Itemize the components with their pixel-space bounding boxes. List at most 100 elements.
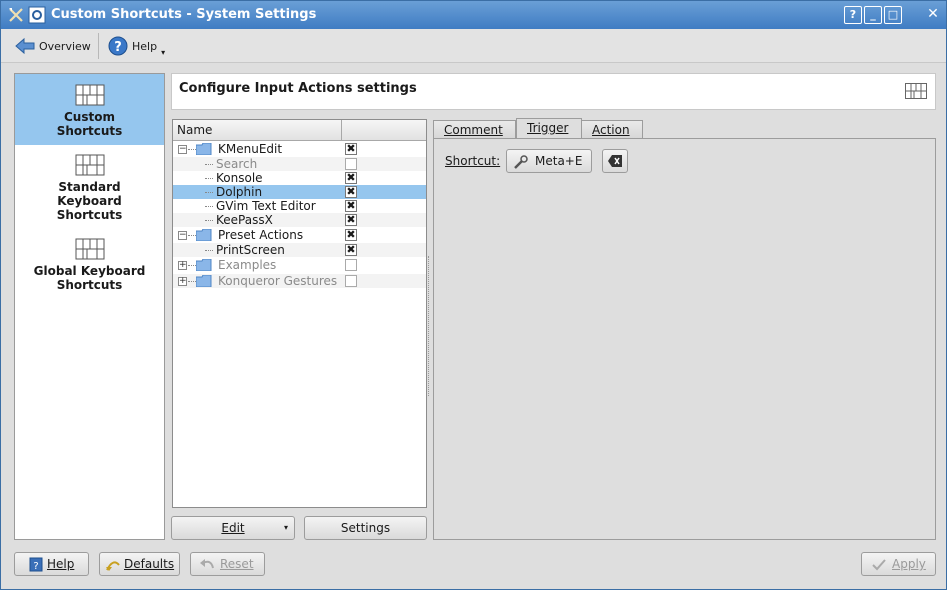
page-header: Configure Input Actions settings	[171, 73, 936, 110]
enabled-checkbox[interactable]	[345, 259, 357, 271]
sidebar-item-label: Standard	[58, 180, 121, 194]
close-button[interactable]: ✕	[924, 6, 942, 24]
reset-button-label: Reset	[220, 557, 254, 571]
help-title-button[interactable]: ?	[844, 6, 862, 24]
window: Custom Shortcuts - System Settings ? _ □…	[0, 0, 947, 590]
tree-item-row[interactable]: GVim Text Editor ✖	[173, 199, 426, 213]
defaults-button-label: Defaults	[124, 557, 175, 571]
tree-item-label: Dolphin	[216, 185, 263, 199]
shortcut-value: Meta+E	[535, 154, 583, 168]
tree-group-row[interactable]: + Konqueror Gestures	[173, 274, 426, 288]
column-header-name[interactable]: Name	[173, 120, 342, 140]
help-book-icon: ?	[29, 557, 43, 572]
tree-line	[205, 192, 213, 193]
tree-item-label: GVim Text Editor	[216, 199, 316, 213]
tree-item-label: Konqueror Gestures	[218, 274, 338, 288]
enabled-checkbox[interactable]	[345, 275, 357, 287]
back-arrow-icon	[15, 37, 35, 55]
svg-text:?: ?	[114, 40, 122, 55]
enabled-checkbox[interactable]: ✖	[345, 172, 357, 184]
tab-label: Comment	[444, 123, 503, 137]
configure-shortcut-icon	[514, 155, 528, 169]
tab-comment[interactable]: Comment	[433, 120, 516, 139]
settings-app-icon[interactable]	[28, 6, 46, 24]
window-title: Custom Shortcuts - System Settings	[51, 7, 317, 22]
tree-item-label: Preset Actions	[218, 228, 304, 242]
sidebar-item-label: Keyboard	[57, 194, 122, 208]
tree-item-row[interactable]: KeePassX ✖	[173, 213, 426, 227]
tree-item-label: Search	[216, 157, 258, 171]
sidebar-item-global-shortcuts[interactable]: Global Keyboard Shortcuts	[15, 238, 164, 298]
tools-icon[interactable]	[7, 6, 25, 24]
collapse-icon[interactable]: −	[178, 145, 187, 154]
dropdown-arrow-icon: ▾	[161, 47, 166, 57]
enabled-checkbox[interactable]: ✖	[345, 244, 357, 256]
settings-button-label: Settings	[340, 521, 391, 535]
enabled-checkbox[interactable]: ✖	[345, 229, 357, 241]
defaults-icon	[106, 561, 120, 571]
enabled-checkbox[interactable]	[345, 158, 357, 170]
tree-line	[205, 220, 213, 221]
collapse-icon[interactable]: −	[178, 231, 187, 240]
maximize-button[interactable]: □	[884, 6, 902, 24]
keyboard-icon	[75, 154, 104, 176]
reset-button[interactable]: Reset	[190, 552, 265, 576]
enabled-checkbox[interactable]: ✖	[345, 186, 357, 198]
overview-button[interactable]: Overview	[15, 33, 91, 59]
expand-icon[interactable]: +	[178, 261, 187, 270]
tree-line	[188, 149, 196, 150]
tree-item-label: PrintScreen	[216, 243, 285, 257]
tab-label: Action	[592, 123, 630, 137]
sidebar: Custom Shortcuts Standard Keyboard Short…	[14, 73, 165, 540]
sidebar-item-custom-shortcuts[interactable]: Custom Shortcuts	[15, 74, 164, 145]
tree-item-label: KeePassX	[216, 213, 273, 227]
tree-line	[205, 164, 213, 165]
actions-tree[interactable]: Name − KMenuEdit ✖ Search Konsole ✖ Dolphin ✖ GV…	[172, 119, 427, 508]
tree-item-label: Konsole	[216, 171, 263, 185]
minimize-button[interactable]: _	[864, 6, 882, 24]
tree-item-row[interactable]: Konsole ✖	[173, 171, 426, 185]
titlebar[interactable]: Custom Shortcuts - System Settings ? _ □…	[1, 1, 946, 29]
folder-icon	[196, 259, 212, 271]
sidebar-item-label: Shortcuts	[56, 208, 123, 222]
tree-item-label: Examples	[218, 258, 277, 272]
keyboard-icon	[75, 84, 104, 106]
tree-group-row[interactable]: − KMenuEdit ✖	[173, 142, 426, 156]
edit-button-label: Edit	[221, 521, 245, 535]
tree-item-row[interactable]: Dolphin ✖	[173, 185, 426, 199]
sidebar-item-label: Shortcuts	[56, 278, 123, 292]
checkmark-icon	[872, 559, 886, 571]
keyboard-icon	[905, 83, 927, 99]
tree-item-row[interactable]: PrintScreen ✖	[173, 243, 426, 257]
tree-group-row[interactable]: + Examples	[173, 258, 426, 272]
trigger-panel: Shortcut: Meta+E	[433, 138, 936, 540]
tree-item-label: KMenuEdit	[218, 142, 283, 156]
enabled-checkbox[interactable]: ✖	[345, 143, 357, 155]
help-menu-button[interactable]: ? Help ▾	[108, 33, 165, 59]
help-button-label: Help	[47, 557, 75, 571]
splitter-handle[interactable]	[428, 256, 431, 396]
expand-icon[interactable]: +	[178, 277, 187, 286]
tree-item-row[interactable]: Search	[173, 157, 426, 171]
shortcut-button[interactable]: Meta+E	[506, 149, 592, 173]
sidebar-item-standard-shortcuts[interactable]: Standard Keyboard Shortcuts	[15, 154, 164, 228]
tree-line	[205, 206, 213, 207]
edit-button[interactable]: Edit ▾	[171, 516, 295, 540]
tab-trigger[interactable]: Trigger	[516, 118, 582, 139]
settings-button[interactable]: Settings	[304, 516, 427, 540]
tab-action[interactable]: Action	[581, 120, 643, 139]
undo-icon	[200, 559, 214, 569]
keyboard-icon	[75, 238, 104, 260]
clear-shortcut-button[interactable]	[602, 149, 628, 173]
tree-group-row[interactable]: − Preset Actions ✖	[173, 228, 426, 242]
defaults-button[interactable]: Defaults	[99, 552, 180, 576]
folder-icon	[196, 143, 212, 155]
help-label: Help	[132, 39, 158, 53]
apply-button[interactable]: Apply	[861, 552, 936, 576]
enabled-checkbox[interactable]: ✖	[345, 200, 357, 212]
help-button[interactable]: ? Help	[14, 552, 89, 576]
enabled-checkbox[interactable]: ✖	[345, 214, 357, 226]
toolbar-separator	[98, 33, 99, 59]
tree-line	[205, 178, 213, 179]
sidebar-item-label: Shortcuts	[56, 124, 123, 138]
